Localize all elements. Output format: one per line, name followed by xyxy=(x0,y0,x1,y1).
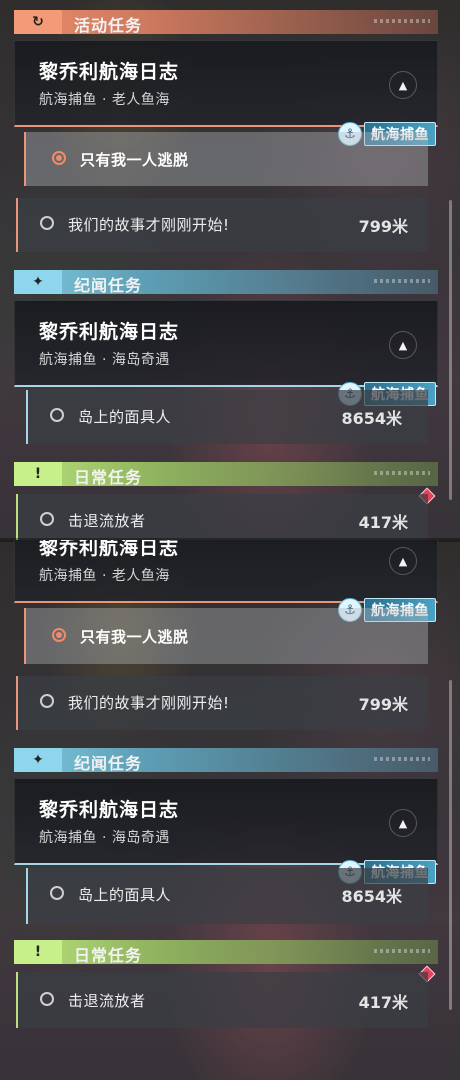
section-header-daily[interactable]: ! 日常任务 xyxy=(14,940,438,965)
quest-title: 黎乔利航海日志 xyxy=(39,321,180,343)
objective-distance: 799米 xyxy=(358,217,408,236)
decor-dots xyxy=(374,471,430,475)
sparkle-star-icon: ✦ xyxy=(14,748,62,772)
navigate-arrow-icon[interactable]: ▲ xyxy=(389,547,417,575)
quest-panel-bottom: 黎乔利航海日志 航海捕鱼 · 老人鱼海 ▲ ⚓ 航海捕鱼 只有我一人逃脱 我们的… xyxy=(0,540,460,1080)
section-label: 活动任务 xyxy=(74,16,143,35)
section-header-story[interactable]: ✦ 纪闻任务 xyxy=(14,748,438,773)
objective-label: 岛上的面具人 xyxy=(78,408,172,426)
decor-dots xyxy=(374,279,430,283)
objective-repel-exiles[interactable]: 击退流放者 417米 xyxy=(16,494,428,540)
objective-masked-man[interactable]: 岛上的面具人 8654米 xyxy=(26,390,428,444)
radio-icon[interactable] xyxy=(40,216,54,230)
objective-story-begins[interactable]: 我们的故事才刚刚开始! 799米 xyxy=(16,198,428,252)
scrollbar[interactable] xyxy=(449,200,452,500)
radio-selected-icon[interactable] xyxy=(52,628,66,642)
quest-card-activity[interactable]: 黎乔利航海日志 航海捕鱼 · 老人鱼海 ▲ xyxy=(14,540,438,603)
section-label: 纪闻任务 xyxy=(74,754,143,773)
decor-dots xyxy=(374,757,430,761)
quest-card-activity[interactable]: 黎乔利航海日志 航海捕鱼 · 老人鱼海 ▲ xyxy=(14,40,438,127)
sparkle-star-icon: ✦ xyxy=(14,270,62,294)
objective-label: 我们的故事才刚刚开始! xyxy=(68,216,230,234)
quest-panel-top: ↻ 活动任务 黎乔利航海日志 航海捕鱼 · 老人鱼海 ▲ ⚓ 航海捕鱼 只有我一… xyxy=(0,0,460,540)
radio-icon[interactable] xyxy=(50,886,64,900)
quest-subtitle: 航海捕鱼 · 老人鱼海 xyxy=(39,92,170,108)
section-header-activity[interactable]: ↻ 活动任务 xyxy=(14,10,438,35)
quest-card-story[interactable]: 黎乔利航海日志 航海捕鱼 · 海岛奇遇 ▲ xyxy=(14,300,438,387)
quest-title: 黎乔利航海日志 xyxy=(39,540,180,559)
objective-label: 击退流放者 xyxy=(68,512,146,530)
scrollbar[interactable] xyxy=(449,680,452,1010)
section-header-story[interactable]: ✦ 纪闻任务 xyxy=(14,270,438,295)
objective-label: 我们的故事才刚刚开始! xyxy=(68,694,230,712)
objective-distance: 417米 xyxy=(358,513,408,532)
radio-selected-icon[interactable] xyxy=(52,151,66,165)
objective-distance: 8654米 xyxy=(341,887,402,906)
objective-escape[interactable]: 只有我一人逃脱 xyxy=(24,132,428,186)
radio-icon[interactable] xyxy=(50,408,64,422)
quest-title: 黎乔利航海日志 xyxy=(39,799,180,821)
quest-card-story[interactable]: 黎乔利航海日志 航海捕鱼 · 海岛奇遇 ▲ xyxy=(14,778,438,865)
objective-label: 击退流放者 xyxy=(68,992,146,1010)
objective-label: 岛上的面具人 xyxy=(78,886,172,904)
objective-distance: 417米 xyxy=(358,993,408,1012)
navigate-arrow-icon[interactable]: ▲ xyxy=(389,331,417,359)
exclamation-box-icon: ! xyxy=(14,462,62,486)
quest-subtitle: 航海捕鱼 · 老人鱼海 xyxy=(39,568,170,584)
objective-distance: 799米 xyxy=(358,695,408,714)
radio-icon[interactable] xyxy=(40,512,54,526)
refresh-arrow-icon: ↻ xyxy=(14,10,62,34)
objective-distance: 8654米 xyxy=(341,409,402,428)
quest-subtitle: 航海捕鱼 · 海岛奇遇 xyxy=(39,352,170,368)
radio-icon[interactable] xyxy=(40,694,54,708)
objective-story-begins[interactable]: 我们的故事才刚刚开始! 799米 xyxy=(16,676,428,730)
decor-dots xyxy=(374,19,430,23)
radio-icon[interactable] xyxy=(40,992,54,1006)
section-header-daily[interactable]: ! 日常任务 xyxy=(14,462,438,487)
objective-label: 只有我一人逃脱 xyxy=(80,151,189,169)
navigate-arrow-icon[interactable]: ▲ xyxy=(389,71,417,99)
objective-label: 只有我一人逃脱 xyxy=(80,628,189,646)
exclamation-box-icon: ! xyxy=(14,940,62,964)
section-label: 日常任务 xyxy=(74,468,143,487)
navigate-arrow-icon[interactable]: ▲ xyxy=(389,809,417,837)
objective-escape[interactable]: 只有我一人逃脱 xyxy=(24,608,428,664)
section-label: 纪闻任务 xyxy=(74,276,143,295)
decor-dots xyxy=(374,949,430,953)
quest-subtitle: 航海捕鱼 · 海岛奇遇 xyxy=(39,830,170,846)
objective-masked-man[interactable]: 岛上的面具人 8654米 xyxy=(26,868,428,924)
objective-repel-exiles[interactable]: 击退流放者 417米 xyxy=(16,972,428,1028)
section-label: 日常任务 xyxy=(74,946,143,965)
quest-title: 黎乔利航海日志 xyxy=(39,61,180,83)
